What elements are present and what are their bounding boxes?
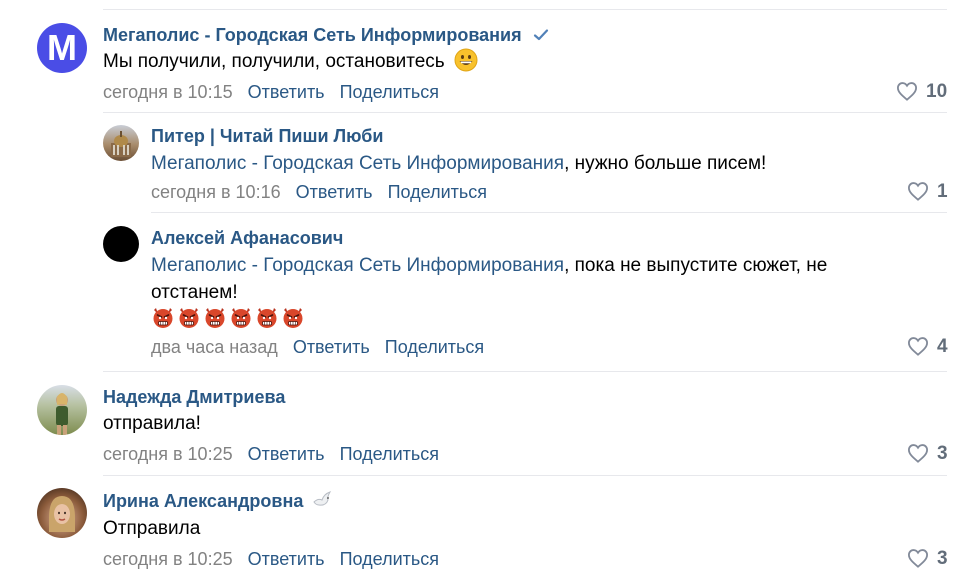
- comment-author[interactable]: Мегаполис - Городская Сеть Информировани…: [103, 24, 549, 46]
- comment-meta: два часа назад Ответить Поделиться: [151, 336, 484, 358]
- comment-meta: сегодня в 10:25 Ответить Поделиться: [103, 443, 439, 465]
- comment-date[interactable]: два часа назад: [151, 337, 278, 357]
- author-name[interactable]: Мегаполис - Городская Сеть Информировани…: [103, 25, 522, 45]
- comment-author[interactable]: Алексей Афанасович: [151, 227, 343, 249]
- mention-link[interactable]: Мегаполис - Городская Сеть Информировани…: [151, 153, 564, 174]
- comment-date[interactable]: сегодня в 10:16: [151, 182, 281, 202]
- comment-meta: сегодня в 10:16 Ответить Поделиться: [151, 181, 487, 203]
- heart-icon: [896, 82, 918, 101]
- like-button[interactable]: 3: [907, 443, 948, 465]
- comment-author[interactable]: Надежда Дмитриева: [103, 386, 285, 408]
- verified-icon: [533, 29, 548, 41]
- like-count: 10: [926, 81, 948, 102]
- comment-text-body: Мы получили, получили, остановитесь: [103, 51, 445, 72]
- comment-text: Мегаполис - Городская Сеть Информировани…: [151, 150, 766, 177]
- reply-button[interactable]: Ответить: [248, 82, 325, 102]
- comment-meta: сегодня в 10:25 Ответить Поделиться: [103, 548, 439, 570]
- reply-button[interactable]: Ответить: [293, 337, 370, 357]
- like-count: 3: [937, 443, 948, 464]
- cathedral-image-icon: [111, 131, 131, 157]
- comment-text-line2: отстанем!: [151, 282, 238, 303]
- comment-author[interactable]: Питер | Читай Пиши Люби: [151, 125, 384, 147]
- avatar[interactable]: M: [37, 23, 87, 73]
- avatar[interactable]: [37, 385, 87, 435]
- share-button[interactable]: Поделиться: [340, 82, 439, 102]
- like-button[interactable]: 4: [907, 336, 948, 358]
- like-count: 1: [937, 181, 948, 202]
- angry-devil-emoji-icon: [281, 305, 305, 329]
- comment-author[interactable]: Ирина Александровна: [103, 490, 334, 512]
- heart-icon: [907, 337, 929, 356]
- comment-text: Мегаполис - Городская Сеть Информировани…: [151, 252, 911, 306]
- comment-text: Мы получили, получили, остановитесь: [103, 48, 478, 75]
- angry-devil-emoji-icon: [151, 305, 175, 329]
- share-button[interactable]: Поделиться: [340, 444, 439, 464]
- reply-button[interactable]: Ответить: [296, 182, 373, 202]
- share-button[interactable]: Поделиться: [385, 337, 484, 357]
- divider: [103, 475, 947, 476]
- avatar[interactable]: [103, 125, 139, 161]
- mention-link[interactable]: Мегаполис - Городская Сеть Информировани…: [151, 255, 564, 276]
- comment-text: отправила!: [103, 413, 201, 434]
- share-button[interactable]: Поделиться: [388, 182, 487, 202]
- like-button[interactable]: 3: [907, 548, 948, 570]
- angry-devil-emoji-icon: [255, 305, 279, 329]
- comment-text-body: , нужно больше писем!: [564, 153, 767, 174]
- person-photo-icon: [49, 496, 75, 532]
- comment-text: Отправила: [103, 518, 201, 539]
- emoji-row: [151, 305, 307, 331]
- angry-devil-emoji-icon: [203, 305, 227, 329]
- author-name[interactable]: Ирина Александровна: [103, 491, 303, 511]
- comment-date[interactable]: сегодня в 10:25: [103, 549, 233, 569]
- comment-meta: сегодня в 10:15 Ответить Поделиться: [103, 81, 439, 103]
- like-button[interactable]: 1: [907, 181, 948, 203]
- divider: [103, 112, 947, 113]
- comment-date[interactable]: сегодня в 10:25: [103, 444, 233, 464]
- like-button[interactable]: 10: [896, 81, 947, 103]
- dove-icon: [313, 491, 332, 506]
- like-count: 4: [937, 336, 948, 357]
- like-count: 3: [937, 548, 948, 569]
- angry-devil-emoji-icon: [229, 305, 253, 329]
- grinning-emoji-icon: [454, 48, 478, 72]
- divider: [103, 9, 947, 10]
- avatar[interactable]: [103, 226, 139, 262]
- heart-icon: [907, 182, 929, 201]
- person-photo-icon: [56, 393, 68, 435]
- avatar[interactable]: [37, 488, 87, 538]
- heart-icon: [907, 444, 929, 463]
- reply-button[interactable]: Ответить: [248, 549, 325, 569]
- share-button[interactable]: Поделиться: [340, 549, 439, 569]
- divider: [103, 371, 947, 372]
- angry-devil-emoji-icon: [177, 305, 201, 329]
- comment-text-line1: , пока не выпустите сюжет, не: [564, 255, 828, 276]
- reply-button[interactable]: Ответить: [248, 444, 325, 464]
- comment-date[interactable]: сегодня в 10:15: [103, 82, 233, 102]
- heart-icon: [907, 549, 929, 568]
- divider: [151, 212, 947, 213]
- avatar-letter: M: [47, 27, 77, 68]
